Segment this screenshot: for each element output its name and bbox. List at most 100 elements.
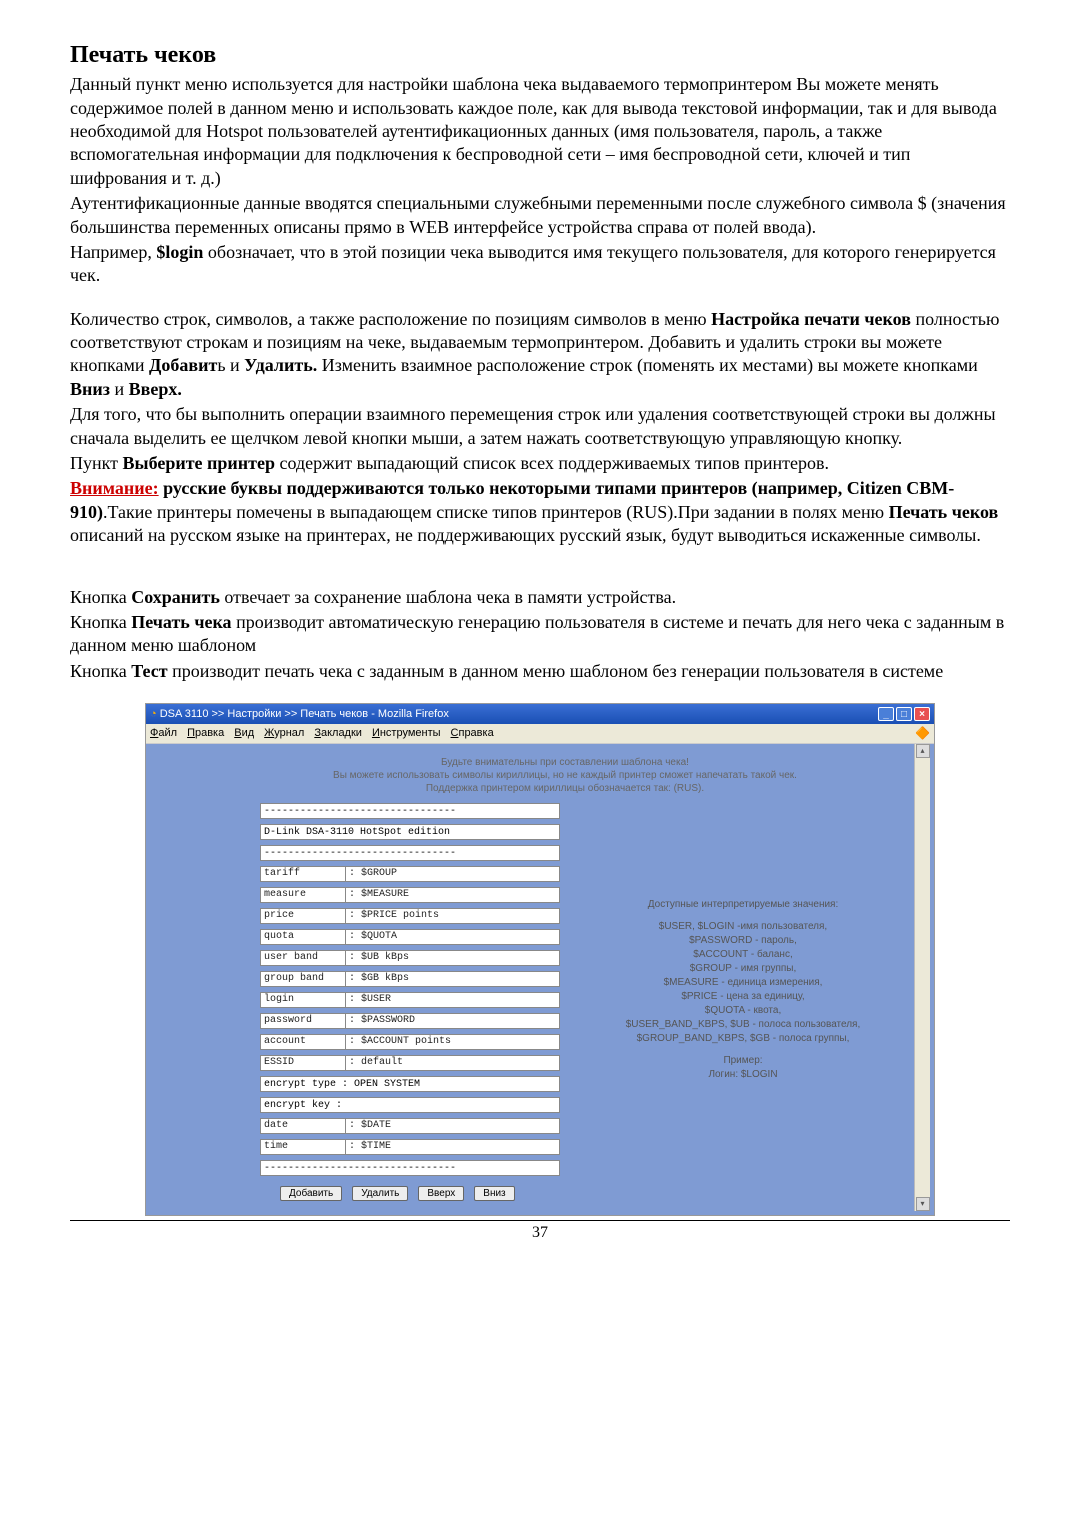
paragraph-4: Количество строк, символов, а также расп… — [70, 308, 1010, 402]
maximize-icon[interactable]: □ — [896, 707, 912, 721]
field-value[interactable]: : $TIME — [346, 1139, 560, 1155]
text: Количество строк, символов, а также расп… — [70, 309, 711, 329]
divider-field[interactable]: -------------------------------- — [260, 1160, 560, 1176]
text: описаний на русском языке на принтерах, … — [70, 525, 981, 545]
paragraph-2: Аутентификационные данные вводятся специ… — [70, 192, 1010, 239]
field-row: login : $USER — [260, 992, 560, 1008]
text-bold: Выберите принтер — [123, 453, 276, 473]
field-value[interactable]: : $GROUP — [346, 866, 560, 882]
left-margin — [146, 744, 256, 1211]
field-label[interactable]: account — [260, 1034, 346, 1050]
paragraph-8: Кнопка Сохранить отвечает за сохранение … — [70, 586, 1010, 609]
field-value[interactable]: : $UB kBps — [346, 950, 560, 966]
field-label[interactable]: measure — [260, 887, 346, 903]
text: и — [110, 379, 129, 399]
legend-line: $PRICE - цена за единицу, — [576, 990, 910, 1003]
legend-example-value: Логин: $LOGIN — [576, 1068, 910, 1081]
content-area: Будьте внимательны при составлении шабло… — [256, 744, 914, 1211]
paragraph-10: Кнопка Тест производит печать чека с зад… — [70, 660, 1010, 683]
field-label[interactable]: group band — [260, 971, 346, 987]
field-row: user band : $UB kBps — [260, 950, 560, 966]
scrollbar[interactable]: ▴ ▾ — [914, 744, 930, 1211]
down-button[interactable]: Вниз — [474, 1186, 514, 1201]
text-bold: Вниз — [70, 379, 110, 399]
divider-field[interactable]: -------------------------------- — [260, 803, 560, 819]
field-row: date : $DATE — [260, 1118, 560, 1134]
text-bold: Настройка печати чеков — [711, 309, 911, 329]
field-value[interactable]: : $PASSWORD — [346, 1013, 560, 1029]
field-label[interactable]: password — [260, 1013, 346, 1029]
add-button[interactable]: Добавить — [280, 1186, 342, 1201]
up-button[interactable]: Вверх — [418, 1186, 464, 1201]
legend-line: $QUOTA - квота, — [576, 1004, 910, 1017]
field-value[interactable]: : default — [346, 1055, 560, 1071]
scroll-down-icon[interactable]: ▾ — [916, 1197, 930, 1211]
text: Изменить взаимное расположение строк (по… — [317, 355, 977, 375]
paragraph-3: Например, $login обозначает, что в этой … — [70, 241, 1010, 288]
notice-line: Поддержка принтером кириллицы обозначает… — [260, 782, 870, 795]
field-value[interactable]: : $GB kBps — [346, 971, 560, 987]
field-value[interactable]: : $MEASURE — [346, 887, 560, 903]
banner-field[interactable]: D-Link DSA-3110 HotSpot edition — [260, 824, 560, 840]
close-icon[interactable]: × — [914, 707, 930, 721]
buttons-row: Добавить Удалить Вверх Вниз — [280, 1186, 560, 1201]
legend-line: $GROUP - имя группы, — [576, 962, 910, 975]
page-number: 37 — [70, 1220, 1010, 1244]
field-value[interactable]: : $QUOTA — [346, 929, 560, 945]
minimize-icon[interactable]: _ — [878, 707, 894, 721]
field-label[interactable]: login — [260, 992, 346, 1008]
delete-button[interactable]: Удалить — [352, 1186, 408, 1201]
divider-field[interactable]: -------------------------------- — [260, 845, 560, 861]
text-bold: Печать чеков — [889, 502, 999, 522]
field-value[interactable]: : $ACCOUNT points — [346, 1034, 560, 1050]
field-row: quota : $QUOTA — [260, 929, 560, 945]
field-row: password : $PASSWORD — [260, 1013, 560, 1029]
window-title: ◔ DSA 3110 >> Настройки >> Печать чеков … — [150, 707, 449, 721]
encrypt-key-field[interactable]: encrypt key : — [260, 1097, 560, 1113]
menu-view[interactable]: Вид — [234, 726, 254, 740]
field-value[interactable]: : $DATE — [346, 1118, 560, 1134]
paragraph-9: Кнопка Печать чека производит автоматиче… — [70, 611, 1010, 658]
field-row: ESSID : default — [260, 1055, 560, 1071]
notice-line: Вы можете использовать символы кириллицы… — [260, 769, 870, 782]
menu-help[interactable]: Справка — [451, 726, 494, 740]
text: .Такие принтеры помечены в выпадающем сп… — [103, 502, 889, 522]
text: Кнопка — [70, 587, 131, 607]
field-label[interactable]: user band — [260, 950, 346, 966]
menu-tools[interactable]: Инструменты — [372, 726, 441, 740]
field-label[interactable]: tariff — [260, 866, 346, 882]
legend-title: Доступные интерпретируемые значения: — [576, 898, 910, 911]
firefox-icon: 🔶 — [915, 726, 930, 742]
field-label[interactable]: ESSID — [260, 1055, 346, 1071]
legend-example-label: Пример: — [576, 1054, 910, 1067]
legend-line: $ACCOUNT - баланс, — [576, 948, 910, 961]
field-value[interactable]: : $PRICE points — [346, 908, 560, 924]
text: Аутентификационные данные вводятся специ… — [70, 193, 1006, 236]
field-row: group band : $GB kBps — [260, 971, 560, 987]
text-bold: Удалить. — [244, 355, 317, 375]
menu-history[interactable]: Журнал — [264, 726, 304, 740]
notice-line: Будьте внимательны при составлении шабло… — [260, 756, 870, 769]
fields-column: -------------------------------- D-Link … — [260, 803, 560, 1201]
field-label[interactable]: date — [260, 1118, 346, 1134]
menu-edit[interactable]: Правка — [187, 726, 224, 740]
screenshot-window: ◔ DSA 3110 >> Настройки >> Печать чеков … — [145, 703, 935, 1216]
text-bold: Печать чека — [131, 612, 231, 632]
legend-line: $USER, $LOGIN -имя пользователя, — [576, 920, 910, 933]
menu-bar: Файл Правка Вид Журнал Закладки Инструме… — [146, 724, 934, 743]
text-bold: Сохранить — [131, 587, 220, 607]
menu-file[interactable]: Файл — [150, 726, 177, 740]
menu-bookmarks[interactable]: Закладки — [314, 726, 362, 740]
field-value[interactable]: : $USER — [346, 992, 560, 1008]
field-label[interactable]: time — [260, 1139, 346, 1155]
field-label[interactable]: price — [260, 908, 346, 924]
text: Пункт — [70, 453, 123, 473]
paragraph-5: Для того, что бы выполнить операции взаи… — [70, 403, 1010, 450]
notice-block: Будьте внимательны при составлении шабло… — [260, 750, 910, 803]
legend-line: $PASSWORD - пароль, — [576, 934, 910, 947]
paragraph-7: Внимание: русские буквы поддерживаются т… — [70, 477, 1010, 547]
field-label[interactable]: quota — [260, 929, 346, 945]
encrypt-type-field[interactable]: encrypt type : OPEN SYSTEM — [260, 1076, 560, 1092]
field-row: tariff : $GROUP — [260, 866, 560, 882]
scroll-up-icon[interactable]: ▴ — [916, 744, 930, 758]
